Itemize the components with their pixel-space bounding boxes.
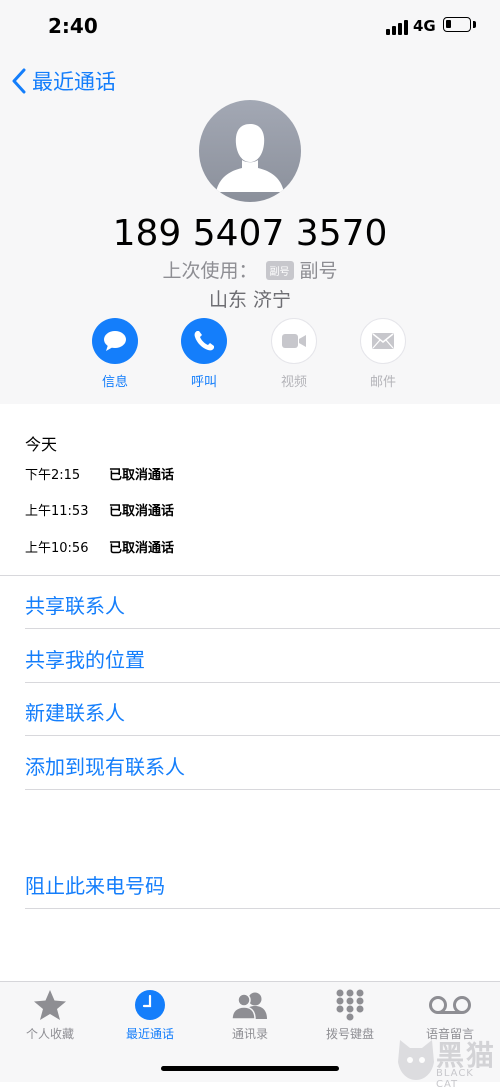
call-time: 上午11:53	[25, 504, 89, 519]
tab-contacts[interactable]: 通讯录	[200, 988, 300, 1042]
add-to-existing-contact-link[interactable]: 添加到现有联系人	[25, 751, 185, 780]
divider	[0, 575, 500, 576]
call-label: 呼叫	[190, 375, 217, 390]
divider	[25, 682, 500, 683]
call-button[interactable]: 呼叫	[174, 318, 234, 390]
last-used-line-name: 副号	[299, 260, 338, 282]
video-icon	[282, 334, 306, 348]
phone-icon	[194, 331, 214, 351]
chevron-left-icon	[12, 68, 26, 94]
mail-label: 邮件	[369, 375, 396, 390]
call-time: 上午10:56	[25, 541, 89, 556]
number-location: 山东 济宁	[208, 289, 292, 311]
message-icon	[104, 331, 126, 351]
person-silhouette-icon	[216, 124, 284, 192]
tab-label: 通讯录	[231, 1027, 268, 1041]
call-status: 已取消通话	[109, 504, 175, 519]
video-label: 视频	[280, 375, 307, 390]
tab-label: 最近通话	[125, 1027, 174, 1041]
share-contact-link[interactable]: 共享联系人	[25, 590, 125, 619]
back-button[interactable]: 最近通话	[12, 64, 116, 98]
battery-tip	[473, 21, 476, 28]
last-used-line: 上次使用： 副号 副号	[0, 256, 500, 283]
tab-label: 拨号键盘	[325, 1027, 374, 1041]
message-label: 信息	[101, 375, 128, 390]
watermark-subtext: BLACK CAT	[436, 1068, 474, 1090]
block-caller-link[interactable]: 阻止此来电号码	[25, 870, 165, 899]
tab-label: 个人收藏	[25, 1027, 74, 1041]
tab-favorites[interactable]: 个人收藏	[0, 988, 100, 1042]
call-status: 已取消通话	[109, 468, 175, 483]
home-indicator	[161, 1066, 339, 1071]
message-button[interactable]: 信息	[85, 318, 145, 390]
mail-icon	[372, 333, 394, 349]
divider	[25, 628, 500, 629]
call-status: 已取消通话	[109, 541, 175, 556]
voicemail-icon	[429, 996, 471, 1014]
divider	[25, 735, 500, 736]
tab-keypad[interactable]: 拨号键盘	[300, 988, 400, 1042]
tab-recents[interactable]: 最近通话	[100, 988, 200, 1042]
signal-icon	[386, 19, 408, 35]
share-location-link[interactable]: 共享我的位置	[25, 644, 145, 673]
network-type: 4G	[413, 17, 436, 35]
video-button[interactable]: 视频	[264, 318, 324, 390]
line-badge: 副号	[265, 261, 294, 280]
new-contact-link[interactable]: 新建联系人	[25, 697, 125, 726]
mail-button[interactable]: 邮件	[353, 318, 413, 390]
phone-number: 189 5407 3570	[112, 213, 388, 254]
keypad-icon	[336, 989, 364, 1021]
battery-icon	[443, 17, 471, 32]
divider	[25, 908, 500, 909]
avatar	[199, 100, 301, 202]
divider	[25, 789, 500, 790]
status-time: 2:40	[48, 14, 98, 38]
call-time: 下午2:15	[25, 468, 81, 483]
history-day: 今天	[25, 435, 58, 454]
contact-header	[0, 0, 500, 404]
contacts-icon	[231, 992, 267, 1020]
clock-icon	[135, 990, 165, 1020]
back-label: 最近通话	[32, 70, 116, 94]
star-icon	[34, 990, 66, 1020]
last-used-prefix: 上次使用：	[162, 260, 258, 282]
